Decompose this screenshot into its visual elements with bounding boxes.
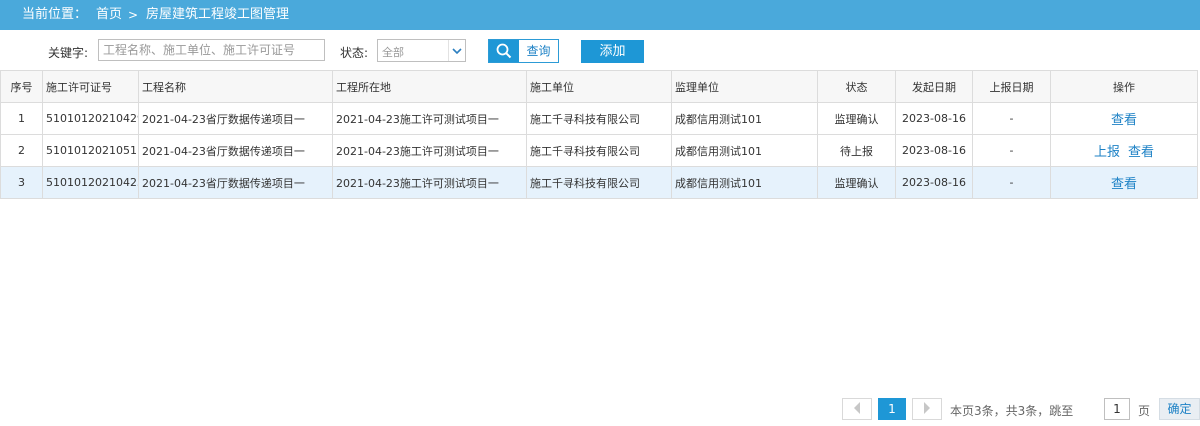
breadcrumb-separator: > [128, 8, 139, 22]
table-row[interactable]: 2 510101202105110101 2021-04-23省厅数据传递项目一… [0, 134, 1198, 167]
cell-status: 监理确认 [817, 102, 896, 135]
col-header-status: 状态 [817, 70, 896, 103]
table-header-row: 序号 施工许可证号 工程名称 工程所在地 施工单位 监理单位 状态 发起日期 上… [0, 70, 1198, 103]
cell-index: 1 [0, 102, 43, 135]
status-select-value: 全部 [382, 46, 404, 59]
report-link[interactable]: 上报 [1094, 145, 1120, 160]
cell-builder: 施工千寻科技有限公司 [526, 166, 672, 199]
breadcrumb-bar: 当前位置： 首页 > 房屋建筑工程竣工图管理 [0, 0, 1200, 30]
cell-location: 2021-04-23施工许可测试项目一 [332, 134, 527, 167]
search-icon [489, 40, 519, 62]
cell-index: 3 [0, 166, 43, 199]
cell-actions: 查看 [1050, 166, 1198, 199]
filter-toolbar: 关键字: 状态: 全部 查询 添加 [0, 38, 1200, 68]
jump-confirm-button[interactable]: 确定 [1159, 398, 1200, 420]
status-select[interactable]: 全部 [377, 39, 466, 62]
cell-index: 2 [0, 134, 43, 167]
cell-start-date: 2023-08-16 [895, 166, 973, 199]
cell-report-date: - [972, 166, 1051, 199]
table-row[interactable]: 3 510101202104250201 2021-04-23省厅数据传递项目一… [0, 166, 1198, 199]
breadcrumb-label: 当前位置： [22, 7, 88, 22]
cell-location: 2021-04-23施工许可测试项目一 [332, 166, 527, 199]
chevron-down-icon [448, 40, 465, 61]
cell-status: 待上报 [817, 134, 896, 167]
next-page-button[interactable] [912, 398, 942, 420]
prev-page-button[interactable] [842, 398, 872, 420]
breadcrumb-current: 房屋建筑工程竣工图管理 [146, 7, 290, 22]
col-header-location: 工程所在地 [332, 70, 527, 103]
breadcrumb-home-link[interactable]: 首页 [96, 0, 122, 30]
cell-name: 2021-04-23省厅数据传递项目一 [138, 134, 333, 167]
cell-actions: 上报 查看 [1050, 134, 1198, 167]
cell-location: 2021-04-23施工许可测试项目一 [332, 102, 527, 135]
cell-name: 2021-04-23省厅数据传递项目一 [138, 102, 333, 135]
cell-builder: 施工千寻科技有限公司 [526, 102, 672, 135]
col-header-actions: 操作 [1050, 70, 1198, 103]
search-button-label: 查询 [526, 44, 551, 58]
col-header-report-date: 上报日期 [972, 70, 1051, 103]
view-link[interactable]: 查看 [1128, 145, 1154, 160]
status-label: 状态: [340, 46, 369, 60]
view-link[interactable]: 查看 [1111, 113, 1137, 128]
col-header-start-date: 发起日期 [895, 70, 973, 103]
cell-name: 2021-04-23省厅数据传递项目一 [138, 166, 333, 199]
col-header-supervisor: 监理单位 [671, 70, 818, 103]
cell-start-date: 2023-08-16 [895, 102, 973, 135]
drawings-table: 序号 施工许可证号 工程名称 工程所在地 施工单位 监理单位 状态 发起日期 上… [0, 70, 1198, 199]
cell-supervisor: 成都信用测试101 [671, 102, 818, 135]
cell-builder: 施工千寻科技有限公司 [526, 134, 672, 167]
chevron-left-icon [853, 401, 861, 417]
table-row[interactable]: 1 510101202104290201 2021-04-23省厅数据传递项目一… [0, 102, 1198, 135]
pagination: 1 本页3条，共3条，跳至 页 确定 [0, 398, 1200, 422]
keyword-input[interactable] [98, 39, 325, 61]
cell-start-date: 2023-08-16 [895, 134, 973, 167]
keyword-label: 关键字: [48, 46, 89, 60]
col-header-index: 序号 [0, 70, 43, 103]
col-header-name: 工程名称 [138, 70, 333, 103]
cell-report-date: - [972, 102, 1051, 135]
chevron-right-icon [923, 401, 931, 417]
cell-supervisor: 成都信用测试101 [671, 166, 818, 199]
cell-supervisor: 成都信用测试101 [671, 134, 818, 167]
view-link[interactable]: 查看 [1111, 177, 1137, 192]
jump-page-input[interactable] [1104, 398, 1130, 420]
cell-permit: 510101202104250201 [42, 166, 139, 199]
col-header-builder: 施工单位 [526, 70, 672, 103]
cell-permit: 510101202105110101 [42, 134, 139, 167]
cell-permit: 510101202104290201 [42, 102, 139, 135]
current-page-button[interactable]: 1 [878, 398, 906, 420]
cell-report-date: - [972, 134, 1051, 167]
col-header-permit: 施工许可证号 [42, 70, 139, 103]
add-button[interactable]: 添加 [581, 40, 644, 63]
pagination-unit: 页 [1138, 404, 1151, 418]
search-button[interactable]: 查询 [488, 39, 559, 63]
cell-status: 监理确认 [817, 166, 896, 199]
cell-actions: 查看 [1050, 102, 1198, 135]
pagination-info: 本页3条，共3条，跳至 [950, 404, 1074, 418]
